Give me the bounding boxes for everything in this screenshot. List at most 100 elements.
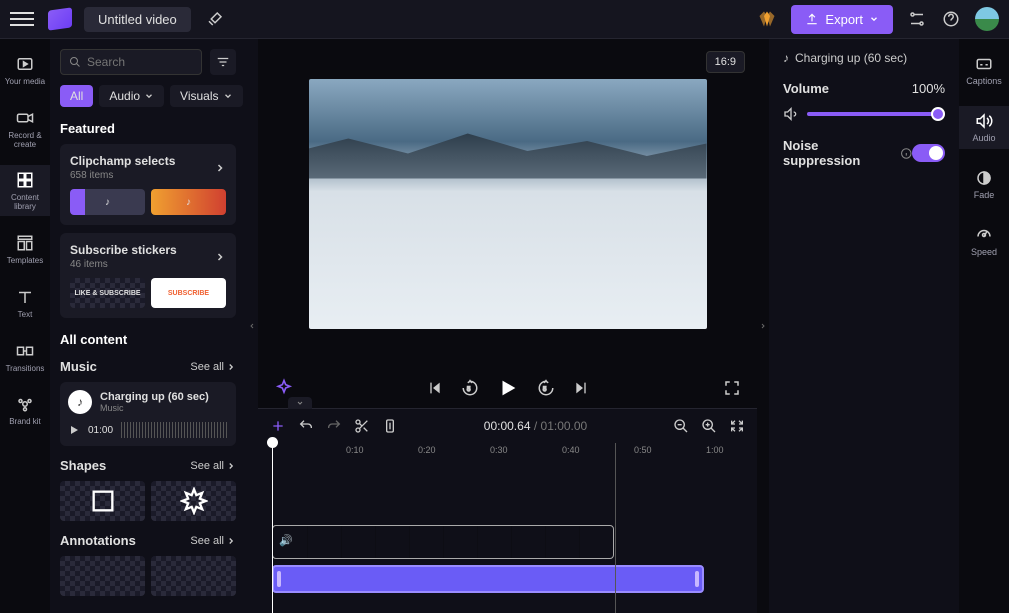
- noise-suppression-toggle[interactable]: [912, 144, 945, 162]
- skip-back-icon[interactable]: [427, 380, 443, 396]
- split-clip-icon[interactable]: [382, 418, 398, 434]
- volume-value: 100%: [912, 81, 945, 96]
- timeline: 00:00.64 / 01:00.00 0:10 0:20 0:30 0:40 …: [258, 408, 757, 613]
- see-all-music[interactable]: See all: [190, 361, 236, 373]
- nav-content-library[interactable]: Content library: [0, 165, 50, 216]
- undo-icon[interactable]: [298, 418, 314, 434]
- timeline-ruler[interactable]: 0:10 0:20 0:30 0:40 0:50 1:00: [270, 443, 757, 463]
- fullscreen-button[interactable]: [723, 379, 741, 397]
- search-input[interactable]: [87, 55, 193, 69]
- export-button[interactable]: Export: [791, 5, 893, 34]
- nav-record-create[interactable]: Record & create: [0, 103, 50, 154]
- top-bar: Untitled video Export: [0, 0, 1009, 39]
- music-item-subtitle: Music: [100, 403, 209, 413]
- chevron-down-icon: [144, 91, 154, 101]
- ai-sparkle-button[interactable]: [274, 378, 294, 398]
- scissors-icon[interactable]: [354, 418, 370, 434]
- annotations-heading: Annotations: [60, 533, 136, 548]
- filter-button[interactable]: [210, 49, 236, 75]
- timeline-collapse-tab[interactable]: [288, 397, 312, 409]
- music-duration: 01:00: [88, 425, 113, 436]
- see-all-shapes[interactable]: See all: [190, 460, 236, 472]
- shape-thumb[interactable]: [60, 481, 145, 521]
- settings-icon[interactable]: [907, 9, 927, 29]
- rnav-captions[interactable]: Captions: [959, 49, 1009, 92]
- rnav-audio[interactable]: Audio: [959, 106, 1009, 149]
- burst-shape-icon: [180, 487, 208, 515]
- video-clip[interactable]: 🔊: [272, 525, 614, 559]
- aspect-ratio-selector[interactable]: 16:9: [706, 51, 745, 73]
- card-title: Subscribe stickers: [70, 243, 177, 257]
- volume-slider[interactable]: [807, 112, 945, 116]
- card-clipchamp-selects[interactable]: Clipchamp selects 658 items ♪ ♪: [60, 144, 236, 225]
- tab-audio[interactable]: Audio: [99, 85, 164, 107]
- tab-visuals[interactable]: Visuals: [170, 85, 242, 107]
- preview-area: 16:9: [258, 39, 757, 368]
- sticker-thumb[interactable]: SUBSCRIBE: [151, 278, 226, 308]
- music-note-icon: ♪: [68, 390, 92, 414]
- cursor-marker: [615, 443, 616, 613]
- audio-clip[interactable]: [272, 565, 704, 593]
- annotation-thumb[interactable]: [60, 556, 145, 596]
- skip-forward-icon[interactable]: [573, 380, 589, 396]
- play-button[interactable]: [497, 377, 519, 399]
- card-subscribe-stickers[interactable]: Subscribe stickers 46 items LIKE & SUBSC…: [60, 233, 236, 318]
- expand-properties-handle[interactable]: [757, 39, 769, 613]
- square-shape-icon: [89, 487, 117, 515]
- rnav-speed[interactable]: Speed: [959, 220, 1009, 263]
- play-icon[interactable]: [68, 424, 80, 436]
- user-avatar[interactable]: [975, 7, 999, 31]
- rnav-fade[interactable]: Fade: [959, 163, 1009, 206]
- annotation-thumb[interactable]: [151, 556, 236, 596]
- chevron-right-icon: [214, 251, 226, 263]
- playback-controls: 5 5: [258, 368, 757, 408]
- menu-button[interactable]: [10, 7, 34, 31]
- audio-thumb[interactable]: ♪: [151, 189, 226, 215]
- export-label: Export: [825, 12, 863, 27]
- playhead[interactable]: [272, 443, 273, 613]
- tab-all[interactable]: All: [60, 85, 93, 107]
- filter-icon: [216, 55, 230, 69]
- chevron-right-icon: [226, 461, 236, 471]
- waveform-icon: [121, 422, 228, 438]
- timeline-tracks[interactable]: 🔊: [270, 463, 757, 613]
- noise-suppression-label: Noise suppression: [783, 138, 896, 168]
- nav-templates[interactable]: Templates: [0, 228, 50, 270]
- nav-transitions[interactable]: Transitions: [0, 336, 50, 378]
- audio-thumb[interactable]: ♪: [70, 189, 145, 215]
- shape-thumb[interactable]: [151, 481, 236, 521]
- app-logo-icon: [48, 7, 72, 30]
- fit-icon[interactable]: [729, 418, 745, 434]
- step-back-icon[interactable]: 5: [461, 379, 479, 397]
- zoom-in-icon[interactable]: [701, 418, 717, 434]
- redo-icon[interactable]: [326, 418, 342, 434]
- transitions-icon: [14, 340, 36, 362]
- chevron-right-icon: [226, 536, 236, 546]
- nav-brand-kit[interactable]: Brand kit: [0, 389, 50, 431]
- project-title[interactable]: Untitled video: [84, 7, 191, 32]
- library-icon: [14, 169, 36, 191]
- nav-text[interactable]: Text: [0, 282, 50, 324]
- nav-your-media[interactable]: Your media: [0, 49, 50, 91]
- chevron-right-icon: [759, 322, 767, 330]
- info-icon[interactable]: [900, 147, 913, 160]
- properties-panel: ♪ Charging up (60 sec) Volume 100% Noise…: [769, 39, 959, 613]
- chevron-left-icon: [248, 322, 256, 330]
- clip-audio-icon: 🔊: [279, 534, 293, 547]
- music-note-icon: ♪: [105, 197, 110, 208]
- video-preview[interactable]: [309, 79, 707, 329]
- featured-heading: Featured: [60, 121, 236, 136]
- see-all-annotations[interactable]: See all: [190, 535, 236, 547]
- collapse-library-handle[interactable]: [246, 39, 258, 613]
- zoom-out-icon[interactable]: [673, 418, 689, 434]
- search-input-wrapper[interactable]: [60, 49, 202, 75]
- add-sparkle-icon[interactable]: [270, 418, 286, 434]
- svg-text:5: 5: [467, 387, 471, 393]
- sticker-thumb[interactable]: LIKE & SUBSCRIBE: [70, 278, 145, 308]
- magic-icon[interactable]: [205, 9, 225, 29]
- help-icon[interactable]: [941, 9, 961, 29]
- step-forward-icon[interactable]: 5: [537, 379, 555, 397]
- speaker-icon[interactable]: [783, 106, 799, 122]
- premium-icon[interactable]: [757, 9, 777, 29]
- music-item[interactable]: ♪ Charging up (60 sec) Music 01:00: [60, 382, 236, 446]
